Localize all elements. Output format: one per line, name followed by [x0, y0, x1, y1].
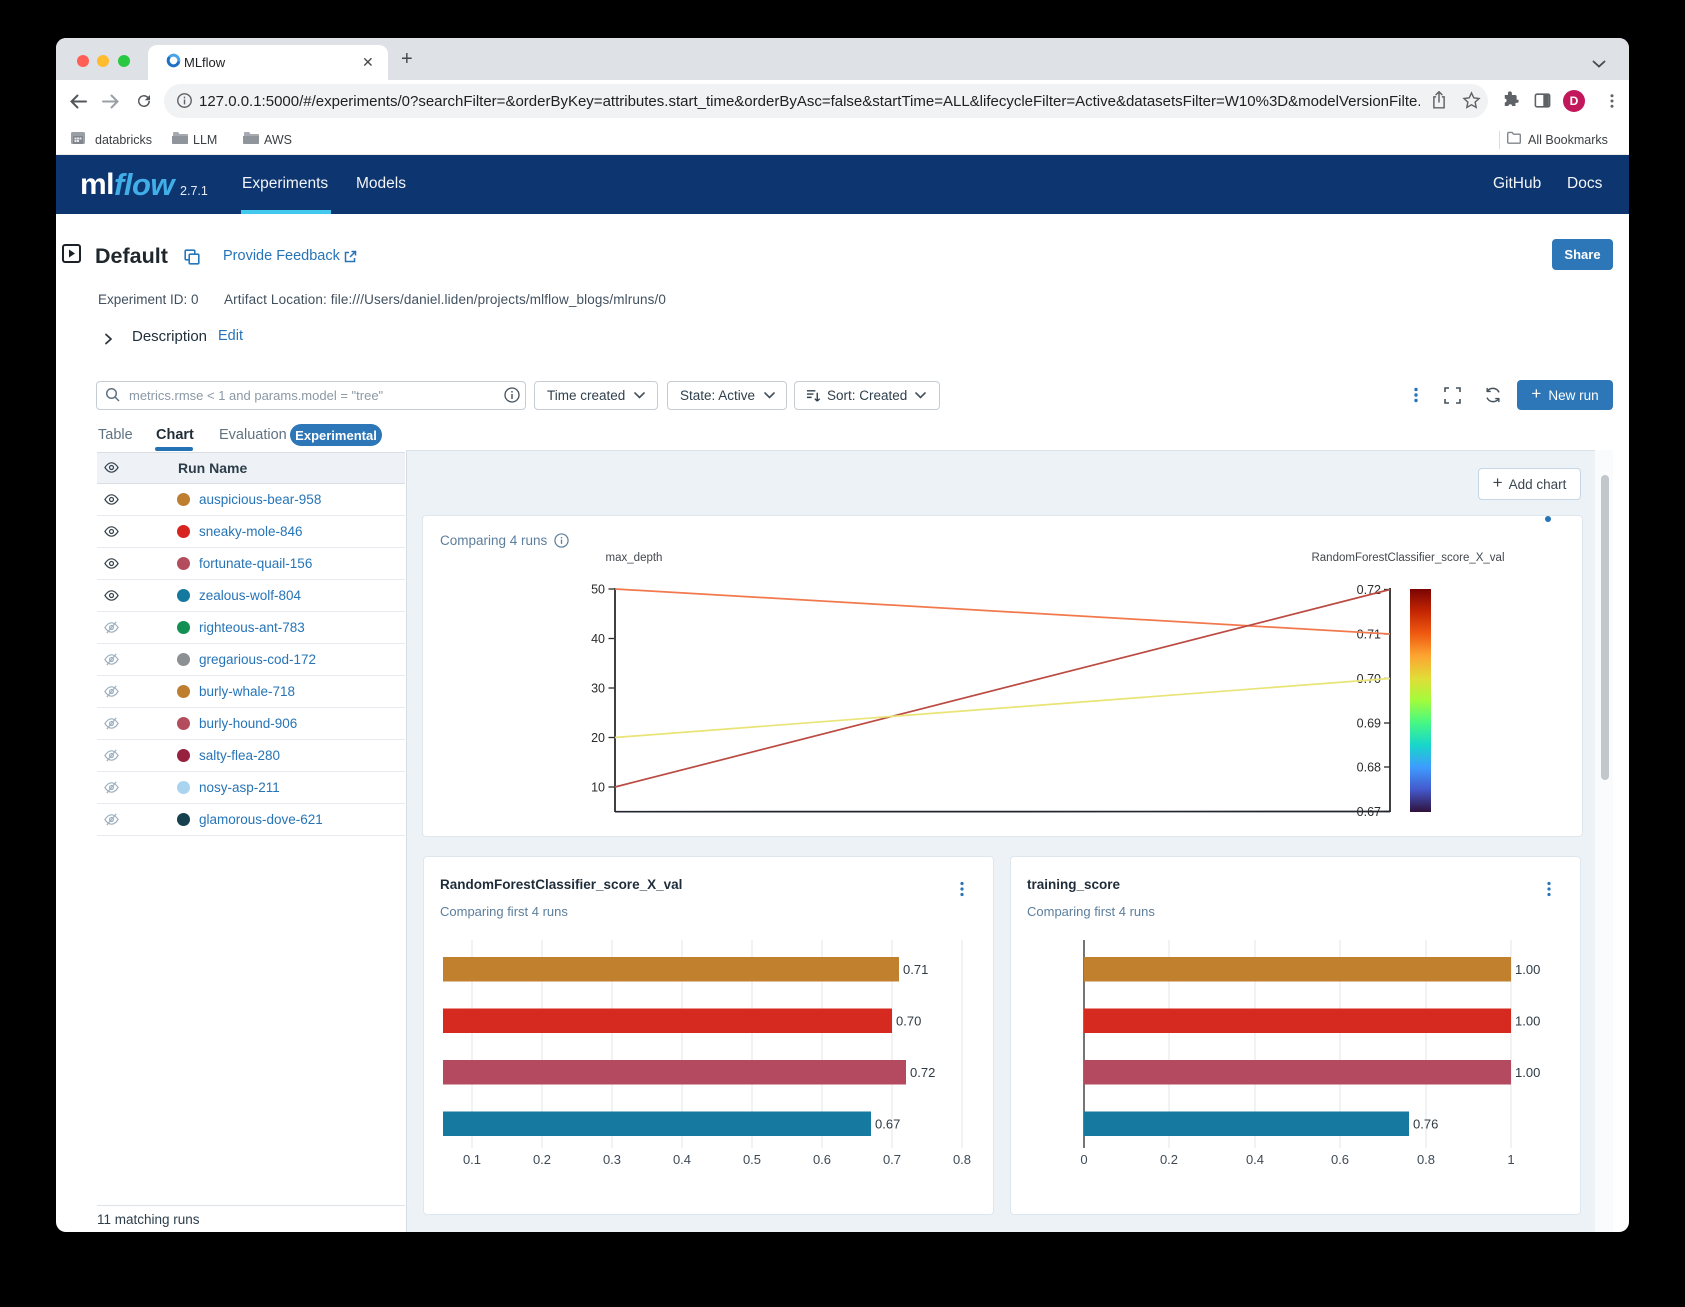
svg-text:0.2: 0.2: [1160, 1152, 1178, 1167]
svg-text:0: 0: [1080, 1152, 1087, 1167]
svg-text:1.00: 1.00: [1515, 1014, 1540, 1029]
svg-text:20: 20: [591, 731, 605, 745]
svg-text:0.4: 0.4: [1246, 1152, 1264, 1167]
svg-text:0.72: 0.72: [910, 1065, 935, 1080]
svg-text:0.69: 0.69: [1357, 717, 1381, 731]
svg-text:0.2: 0.2: [533, 1152, 551, 1167]
svg-text:0.8: 0.8: [953, 1152, 971, 1167]
svg-text:0.6: 0.6: [813, 1152, 831, 1167]
svg-text:0.68: 0.68: [1357, 761, 1381, 775]
svg-text:40: 40: [591, 632, 605, 646]
svg-text:0.67: 0.67: [875, 1117, 900, 1132]
svg-text:0.7: 0.7: [883, 1152, 901, 1167]
svg-text:0.4: 0.4: [673, 1152, 691, 1167]
svg-text:30: 30: [591, 682, 605, 696]
svg-text:0.70: 0.70: [896, 1014, 921, 1029]
svg-text:0.5: 0.5: [743, 1152, 761, 1167]
svg-text:0.3: 0.3: [603, 1152, 621, 1167]
svg-text:0.8: 0.8: [1417, 1152, 1435, 1167]
svg-text:1: 1: [1507, 1152, 1514, 1167]
svg-text:0.71: 0.71: [1357, 628, 1381, 642]
svg-text:0.71: 0.71: [903, 962, 928, 977]
svg-text:0.1: 0.1: [463, 1152, 481, 1167]
svg-text:10: 10: [591, 781, 605, 795]
svg-text:50: 50: [591, 583, 605, 597]
svg-text:0.6: 0.6: [1331, 1152, 1349, 1167]
svg-text:1.00: 1.00: [1515, 962, 1540, 977]
svg-text:1.00: 1.00: [1515, 1065, 1540, 1080]
svg-text:0.76: 0.76: [1413, 1117, 1438, 1132]
